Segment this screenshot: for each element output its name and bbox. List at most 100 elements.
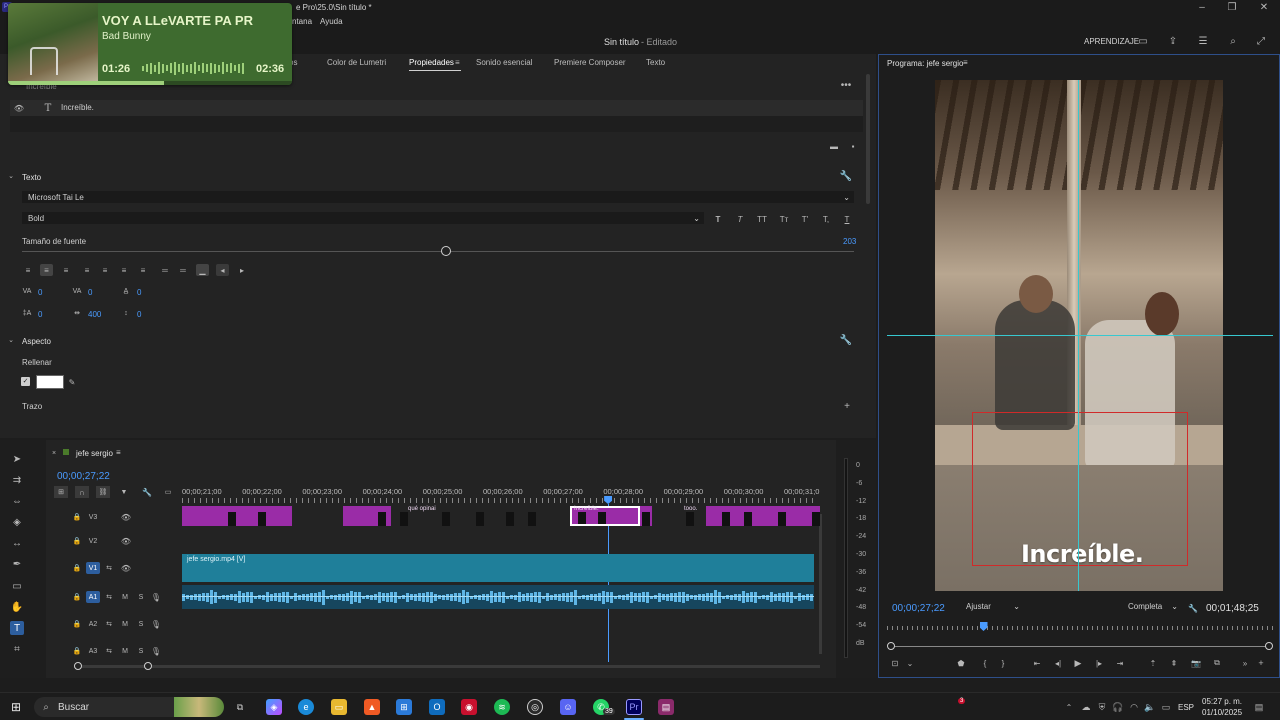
align-center-icon[interactable]: ≡ [40, 264, 53, 276]
maximize-icon[interactable]: ❐ [1220, 0, 1244, 14]
workspace-menu-icon[interactable]: ☰ [1196, 34, 1210, 48]
tsume-value[interactable]: 400 [88, 310, 101, 319]
lock-icon[interactable]: 🔒 [72, 535, 82, 547]
leading-value[interactable]: 0 [38, 310, 42, 319]
tab-properties[interactable]: Propiedades [409, 58, 454, 67]
panel-layout-icon[interactable]: ▭ [1136, 34, 1150, 48]
lock-icon[interactable]: 🔒 [72, 591, 82, 603]
task-view-icon[interactable]: ⧉ [232, 699, 248, 715]
wrench-icon[interactable]: 🔧 [840, 170, 852, 182]
playback-quality-select[interactable]: Completa ⌄ [1123, 601, 1181, 613]
snap-icon[interactable]: ∩ [75, 486, 89, 498]
input-language[interactable]: ESP [1178, 703, 1194, 712]
top-align-text-icon[interactable]: ═ [159, 264, 171, 276]
mark-out-icon[interactable]: } [997, 657, 1009, 669]
underline-icon[interactable]: T [840, 212, 854, 226]
section-aspect-heading[interactable]: Aspecto [22, 337, 51, 346]
superscript-icon[interactable]: T' [798, 212, 812, 226]
add-icon[interactable]: + [841, 400, 853, 412]
lift-icon[interactable]: ⇡ [1147, 657, 1159, 669]
fill-checkbox[interactable]: ✓ [21, 377, 30, 386]
close-icon[interactable]: ✕ [1252, 0, 1276, 14]
folder-icon[interactable]: ▬ [828, 140, 840, 152]
timeline-settings-icon[interactable]: 🔧 [141, 486, 153, 498]
hand-tool-icon[interactable]: ✋ [10, 600, 24, 614]
play-icon[interactable]: ▶ [1072, 657, 1084, 669]
baseline-value[interactable]: 0 [137, 288, 141, 297]
close-icon[interactable]: × [50, 448, 58, 458]
subscript-icon[interactable]: T, [819, 212, 833, 226]
center-align-text-icon[interactable]: ═ [177, 264, 189, 276]
step-forward-icon[interactable]: |▸ [1093, 657, 1105, 669]
spotify-icon[interactable]: ≋ [494, 699, 510, 715]
bottom-align-text-icon[interactable]: ▁ [196, 264, 209, 276]
eye-icon[interactable]: 👁 [120, 511, 132, 523]
outlook-icon[interactable]: O [429, 699, 445, 715]
type-tool-icon[interactable]: T [10, 621, 24, 635]
sync-lock-icon[interactable]: ⇆ [104, 562, 114, 574]
solo-button[interactable]: S [136, 618, 146, 630]
sync-lock-icon[interactable]: ⇆ [104, 618, 114, 630]
lock-icon[interactable]: 🔒 [72, 511, 82, 523]
time-ruler[interactable]: 00;00;21;00 00;00;22;00 00;00;23;00 00;00;2… [182, 486, 819, 504]
track-target-a3[interactable]: A3 [86, 645, 100, 657]
video-overlay-text[interactable]: Increíble. [1021, 540, 1144, 568]
fullscreen-icon[interactable]: ⤢ [1254, 34, 1268, 48]
lock-icon[interactable]: 🔒 [72, 618, 82, 630]
fill-color-swatch[interactable] [36, 375, 64, 389]
clock-date[interactable]: 01/10/2025 [1202, 708, 1242, 717]
properties-tab-menu-icon[interactable]: ≡ [455, 58, 460, 67]
tab-premiere-composer[interactable]: Premiere Composer [554, 58, 626, 67]
kerning-value[interactable]: 0 [88, 288, 92, 297]
extract-icon[interactable]: ⇞ [1168, 657, 1180, 669]
align-left-icon[interactable]: ≡ [22, 264, 34, 276]
chevron-down-icon[interactable]: ⌄ [6, 335, 16, 345]
eyedropper-icon[interactable]: ✎ [66, 376, 78, 388]
winrar-icon[interactable]: ▤ [658, 699, 674, 715]
copilot-icon[interactable]: ◈ [266, 699, 282, 715]
cloud-icon[interactable]: ☁ [1080, 701, 1092, 713]
safe-margins-icon[interactable]: ⊡ [889, 657, 901, 669]
captions-icon[interactable]: ▭ [162, 486, 174, 498]
horizontal-guide[interactable] [887, 335, 1273, 336]
timeline-timecode[interactable]: 00;00;27;22 [57, 471, 110, 482]
insert-sequence-nest-icon[interactable]: ⊞ [54, 486, 68, 498]
layer-row[interactable]: 👁 T Increíble. [10, 100, 863, 116]
share-icon[interactable]: ⇪ [1166, 34, 1180, 48]
wrench-icon[interactable]: 🔧 [840, 334, 852, 346]
track-target-a2[interactable]: A2 [86, 618, 100, 630]
v3-clip-strip[interactable]: qué opinai Increíble. tooo. [182, 506, 820, 526]
edge-icon[interactable]: e [298, 699, 314, 715]
zoom-handle-right[interactable] [1265, 642, 1273, 650]
chevron-up-icon[interactable]: ⌃ [1064, 701, 1074, 713]
program-monitor-title[interactable]: Programa: jefe sergio [887, 59, 963, 68]
brave-icon[interactable]: ▲ [364, 699, 380, 715]
file-explorer-icon[interactable]: ▭ [331, 699, 347, 715]
tracking-value[interactable]: 0 [38, 288, 42, 297]
font-size-slider-track[interactable] [22, 251, 854, 252]
justify-all-icon[interactable]: ≡ [137, 264, 149, 276]
track-target-v3[interactable]: V3 [86, 511, 100, 523]
timeline-vertical-scrollbar[interactable] [819, 514, 822, 654]
justify-right-icon[interactable]: ≡ [118, 264, 130, 276]
obs-icon[interactable]: ◎ [527, 699, 543, 715]
faux-italic-icon[interactable]: T [734, 212, 746, 226]
eye-icon[interactable]: 👁 [120, 562, 132, 574]
all-caps-icon[interactable]: TT [755, 212, 769, 226]
track-target-v1[interactable]: V1 [86, 562, 100, 574]
add-marker-icon[interactable]: ▼ [118, 486, 130, 498]
settings-wrench-icon[interactable]: 🔧 [1187, 602, 1199, 614]
go-to-out-icon[interactable]: ⇥ [1114, 657, 1126, 669]
razor-tool-icon[interactable]: ◈ [10, 515, 24, 529]
learning-workspace-label[interactable]: APRENDIZAJE [1084, 37, 1139, 46]
solo-button[interactable]: S [136, 591, 146, 603]
font-size-value[interactable]: 203 [843, 237, 856, 246]
linked-selection-icon[interactable]: ⛓ [96, 486, 110, 498]
sync-lock-icon[interactable]: ⇆ [104, 645, 114, 657]
red-app-icon[interactable]: ◉ [461, 699, 477, 715]
chevron-down-icon[interactable]: ⌄ [6, 171, 16, 181]
lock-icon[interactable]: 🔒 [72, 562, 82, 574]
justify-center-icon[interactable]: ≡ [99, 264, 111, 276]
microphone-icon[interactable]: 🎙 [151, 645, 161, 657]
microphone-icon[interactable]: 🎙 [151, 618, 161, 630]
